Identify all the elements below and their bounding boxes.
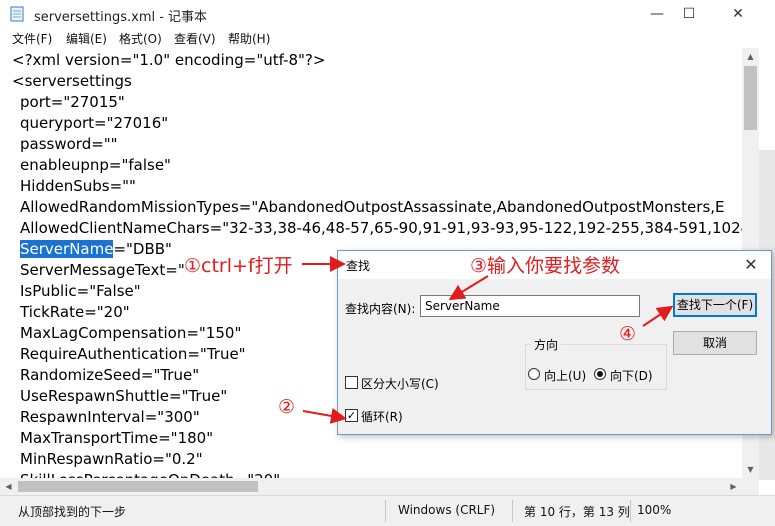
editor-line: enableupnp="false" <box>20 156 171 174</box>
menu-help[interactable]: 帮助(H) <box>228 30 270 47</box>
direction-down-radio[interactable] <box>594 368 606 380</box>
editor-line: ServerName="DBB" <box>20 239 172 260</box>
menu-file[interactable]: 文件(F) <box>12 30 52 47</box>
editor-line: AllowedRandomMissionTypes="AbandonedOutp… <box>20 198 725 216</box>
close-button[interactable]: ✕ <box>715 0 761 28</box>
editor-line: ServerMessageText=" <box>20 261 185 279</box>
menu-edit[interactable]: 编辑(E) <box>66 30 107 47</box>
status-line-ending: Windows (CRLF) <box>398 503 496 517</box>
selected-text: ServerName <box>20 240 114 258</box>
scroll-up-icon[interactable]: ▲ <box>742 48 759 65</box>
horizontal-scroll-thumb[interactable] <box>18 481 258 492</box>
menu-bar: 文件(F) 编辑(E) 格式(O) 查看(V) 帮助(H) <box>0 28 775 48</box>
find-dialog-close-icon[interactable]: ✕ <box>736 254 766 276</box>
editor-line: <serversettings <box>12 72 132 90</box>
editor-line: RequireAuthentication="True" <box>20 345 246 363</box>
editor-line: UseRespawnShuttle="True" <box>20 387 228 405</box>
match-case-checkbox[interactable] <box>345 376 358 389</box>
editor-line: MinRespawnRatio="0.2" <box>20 450 203 468</box>
annotation-step-3: ③输入你要找参数 <box>470 255 621 277</box>
status-divider <box>512 500 513 522</box>
find-dialog-title: 查找 <box>346 259 371 273</box>
status-zoom: 100% <box>637 503 672 517</box>
window-title: serversettings.xml - 记事本 <box>34 10 208 25</box>
direction-up-label[interactable]: 向上(U) <box>544 367 586 384</box>
menu-view[interactable]: 查看(V) <box>174 30 216 47</box>
status-divider <box>630 500 631 522</box>
annotation-step-2: ② <box>278 396 296 418</box>
scroll-right-icon[interactable]: ▶ <box>725 478 742 495</box>
match-case-label[interactable]: 区分大小写(C) <box>361 375 439 392</box>
editor-line: TickRate="20" <box>20 303 130 321</box>
vertical-scroll-thumb[interactable] <box>744 66 757 130</box>
status-cursor-position: 第 10 行，第 13 列 <box>524 505 630 519</box>
find-next-button[interactable]: 查找下一个(F) <box>673 293 757 317</box>
menu-format[interactable]: 格式(O) <box>119 30 162 47</box>
status-message: 从顶部找到的下一步 <box>18 505 127 519</box>
editor-line: password="" <box>20 135 118 153</box>
line-remainder: ="DBB" <box>113 240 172 258</box>
wrap-around-label[interactable]: 循环(R) <box>361 408 403 425</box>
direction-label: 方向 <box>531 336 562 353</box>
editor-line: port="27015" <box>20 93 125 111</box>
editor-line: queryport="27016" <box>20 114 169 132</box>
editor-line: AllowedClientNameChars="32-33,38-46,48-5… <box>20 219 742 237</box>
horizontal-scrollbar[interactable]: ◀ ▶ <box>0 478 742 495</box>
find-what-label: 查找内容(N): <box>345 302 416 316</box>
cancel-button[interactable]: 取消 <box>673 331 757 355</box>
editor-line: IsPublic="False" <box>20 282 141 300</box>
direction-down-label[interactable]: 向下(D) <box>610 367 653 384</box>
find-what-input[interactable] <box>420 295 640 317</box>
editor-line: <?xml version="1.0" encoding="utf-8"?> <box>12 51 326 69</box>
annotation-step-1: ①ctrl+f打开 <box>184 255 293 277</box>
status-bar: 从顶部找到的下一步 Windows (CRLF) 第 10 行，第 13 列 1… <box>0 495 775 526</box>
notepad-icon <box>10 6 24 22</box>
editor-line: RandomizeSeed="True" <box>20 366 200 384</box>
status-divider <box>385 500 386 522</box>
direction-up-radio[interactable] <box>528 368 540 380</box>
editor-line: SkillLossPercentageOnDeath="20" <box>20 470 280 478</box>
title-bar: serversettings.xml - 记事本 — ☐ ✕ <box>0 0 775 28</box>
annotation-step-4: ④ <box>619 323 637 345</box>
scrollbar-corner <box>742 478 759 495</box>
editor-line: MaxLagCompensation="150" <box>20 324 242 342</box>
scroll-down-icon[interactable]: ▼ <box>742 461 759 478</box>
wrap-around-checkbox[interactable]: ✓ <box>345 409 358 422</box>
editor-line: MaxTransportTime="180" <box>20 429 214 447</box>
editor-line: HiddenSubs="" <box>20 177 136 195</box>
scroll-left-icon[interactable]: ◀ <box>0 478 17 495</box>
maximize-button[interactable]: ☐ <box>666 0 712 28</box>
editor-line: RespawnInterval="300" <box>20 408 200 426</box>
